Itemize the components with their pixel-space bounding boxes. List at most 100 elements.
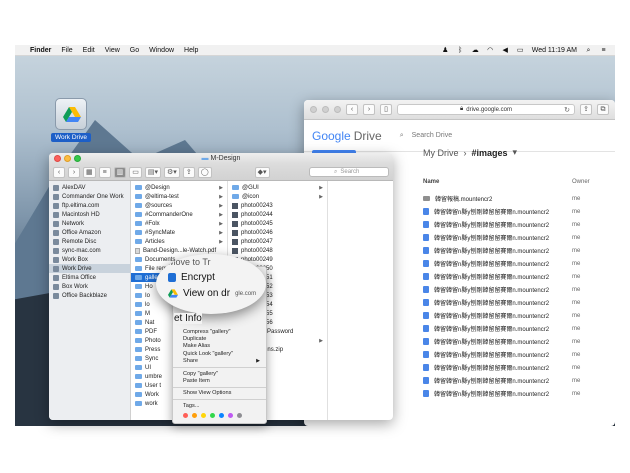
file-row[interactable]: 韓留韓留n縣y刨剛韓留留賽爾n.mountencr2 me xyxy=(423,244,600,257)
file-row[interactable]: 韓留韓留n縣y刨剛韓留留賽爾n.mountencr2 me xyxy=(423,283,600,296)
column-item[interactable]: photo00248 xyxy=(228,246,327,255)
address-bar[interactable]: 🔒︎ drive.google.com ↻ xyxy=(397,104,575,115)
dropbox-button[interactable]: ◆▾ xyxy=(254,166,270,178)
column-owner-header[interactable]: Owner xyxy=(572,179,590,185)
back-button[interactable]: ‹ xyxy=(346,104,358,115)
file-row[interactable]: 韓留韓留n縣y刨剛韓留留賽爾n.mountencr2 me xyxy=(423,335,600,348)
clock[interactable]: Wed 11:19 AM xyxy=(532,47,577,54)
breadcrumb-root[interactable]: My Drive xyxy=(423,148,459,158)
drive-logo[interactable]: Google Drive xyxy=(312,129,382,143)
sidebar-item[interactable]: Commander One Work xyxy=(49,192,130,201)
tag-color-dot[interactable] xyxy=(210,412,215,418)
file-row[interactable]: 韓留韓留n縣y刨剛韓留留賽爾n.mountencr2 me xyxy=(423,270,600,283)
sidebar-item[interactable]: Network xyxy=(49,219,130,228)
menu-make-alias[interactable]: Make Alias xyxy=(173,343,266,350)
file-row[interactable]: 韓留韓留n縣y刨剛韓留留賽爾n.mountencr2 me xyxy=(423,374,600,387)
reload-icon[interactable]: ↻ xyxy=(564,106,570,114)
file-row[interactable]: 韓留韓留n縣y刨剛韓留留賽爾n.mountencr2 me xyxy=(423,309,600,322)
file-row[interactable]: 韓留韓留n縣y刨剛韓留留賽爾n.mountencr2 me xyxy=(423,218,600,231)
tag-button[interactable]: ◯ xyxy=(197,166,212,178)
sidebar-item[interactable]: Macintosh HD xyxy=(49,210,130,219)
menu-file[interactable]: File xyxy=(61,47,72,54)
column-item[interactable]: @eltima-test ▶ xyxy=(131,192,227,201)
menu-finder[interactable]: Finder xyxy=(30,47,51,54)
file-row[interactable]: 韓留韓留n縣y刨剛韓留留賽爾n.mountencr2 me xyxy=(423,348,600,361)
menu-help[interactable]: Help xyxy=(184,47,198,54)
menu-edit[interactable]: Edit xyxy=(83,47,95,54)
forward-button[interactable]: › xyxy=(68,166,80,178)
menu-window[interactable]: Window xyxy=(149,47,174,54)
column-item[interactable]: #Folx ▶ xyxy=(131,219,227,228)
menu-share[interactable]: Share ▶ xyxy=(173,358,266,365)
sidebar-item[interactable]: ftp.eltima.com xyxy=(49,201,130,210)
back-button[interactable]: ‹ xyxy=(53,166,65,178)
file-row[interactable]: 韓留韓留n縣y刨剛韓留留賽爾n.mountencr2 me xyxy=(423,257,600,270)
file-row[interactable]: 韓留報稿.mountencr2 me xyxy=(423,192,600,205)
tag-color-dot[interactable] xyxy=(192,412,197,418)
menu-quick-look[interactable]: Quick Look "gallery" xyxy=(173,350,266,357)
menu-get-info[interactable]: et Info xyxy=(174,313,202,324)
breadcrumb-current[interactable]: #images xyxy=(472,148,508,158)
menu-duplicate[interactable]: Duplicate xyxy=(173,335,266,342)
tag-color-dot[interactable] xyxy=(183,412,188,418)
zoom-button[interactable] xyxy=(334,106,341,113)
list-icon[interactable]: ≡ xyxy=(600,47,607,54)
minimize-button[interactable] xyxy=(322,106,329,113)
menu-tags[interactable]: Tags... xyxy=(173,402,266,409)
volume-icon[interactable]: ◀ xyxy=(502,47,509,54)
menu-view-on-drive[interactable]: View on dr gle.com xyxy=(168,288,256,299)
menu-show-view-options[interactable]: Show View Options xyxy=(173,390,266,397)
tag-color-dot[interactable] xyxy=(228,412,233,418)
column-item[interactable]: photo00245 xyxy=(228,219,327,228)
column-item[interactable]: @sources ▶ xyxy=(131,201,227,210)
desktop-drive-icon[interactable]: Work Drive xyxy=(46,98,96,142)
column-item[interactable]: Articles ▶ xyxy=(131,237,227,246)
column-item[interactable]: photo00244 xyxy=(228,210,327,219)
menu-view[interactable]: View xyxy=(105,47,120,54)
tabs-button[interactable]: ⧉ xyxy=(597,104,609,115)
sidebar-item[interactable]: Remote Disc xyxy=(49,237,130,246)
column-item[interactable]: #SyncMate ▶ xyxy=(131,228,227,237)
sidebar-item[interactable]: Work Drive xyxy=(49,264,130,273)
column-view-button[interactable]: ▥ xyxy=(113,166,127,178)
menu-paste[interactable]: Paste Item xyxy=(173,377,266,384)
file-row[interactable]: 韓留韓留n縣y刨剛韓留留賽爾n.mountencr2 me xyxy=(423,387,600,400)
forward-button[interactable]: › xyxy=(363,104,375,115)
wifi-icon[interactable]: ◠ xyxy=(487,47,494,54)
file-row[interactable]: 韓留韓留n縣y刨剛韓留留賽爾n.mountencr2 me xyxy=(423,296,600,309)
file-row[interactable]: 韓留韓留n縣y刨剛韓留留賽爾n.mountencr2 me xyxy=(423,361,600,374)
menu-go[interactable]: Go xyxy=(130,47,139,54)
icon-view-button[interactable]: ▦ xyxy=(83,166,96,178)
sidebar-item[interactable]: Office Backblaze xyxy=(49,291,130,300)
file-row[interactable]: 韓留韓留n縣y刨剛韓留留賽爾n.mountencr2 me xyxy=(423,205,600,218)
gallery-view-button[interactable]: ▭ xyxy=(129,166,142,178)
arrange-button[interactable]: ▤▾ xyxy=(144,166,162,178)
tag-color-dot[interactable] xyxy=(219,412,224,418)
column-item[interactable]: @Design ▶ xyxy=(131,183,227,192)
menu-encrypt[interactable]: Encrypt xyxy=(168,272,215,283)
sidebar-item[interactable]: Office Amazon xyxy=(49,228,130,237)
sidebar-item[interactable]: Box Work xyxy=(49,282,130,291)
close-button[interactable] xyxy=(310,106,317,113)
share-button[interactable]: ⇪ xyxy=(580,104,592,115)
action-button[interactable]: ⚙▾ xyxy=(164,166,180,178)
sidebar-toggle-button[interactable]: ▯ xyxy=(380,104,392,115)
column-item[interactable]: photo00246 xyxy=(228,228,327,237)
file-row[interactable]: 韓留韓留n縣y刨剛韓留留賽爾n.mountencr2 me xyxy=(423,231,600,244)
user-icon[interactable]: ♟ xyxy=(442,47,449,54)
menu-compress[interactable]: Compress "gallery" xyxy=(173,328,266,335)
cloud-icon[interactable]: ☁ xyxy=(472,47,479,54)
search-icon[interactable]: ⌕ xyxy=(585,47,592,54)
menu-copy[interactable]: Copy "gallery" xyxy=(173,370,266,377)
column-item[interactable]: photo00243 xyxy=(228,201,327,210)
share-button[interactable]: ⇪ xyxy=(182,166,195,178)
finder-search[interactable]: ⌕ Search xyxy=(309,167,389,177)
bluetooth-icon[interactable]: ᛒ xyxy=(457,47,464,54)
file-row[interactable]: 韓留韓留n縣y刨剛韓留留賽爾n.mountencr2 me xyxy=(423,322,600,335)
column-item[interactable]: @icon ▶ xyxy=(228,192,327,201)
drive-search[interactable]: ⌕ Search Drive xyxy=(400,132,452,140)
tag-color-dot[interactable] xyxy=(201,412,206,418)
column-name-header[interactable]: Name xyxy=(423,179,439,185)
sidebar-item[interactable]: AlexDAV xyxy=(49,183,130,192)
battery-icon[interactable]: ▭ xyxy=(517,47,524,54)
